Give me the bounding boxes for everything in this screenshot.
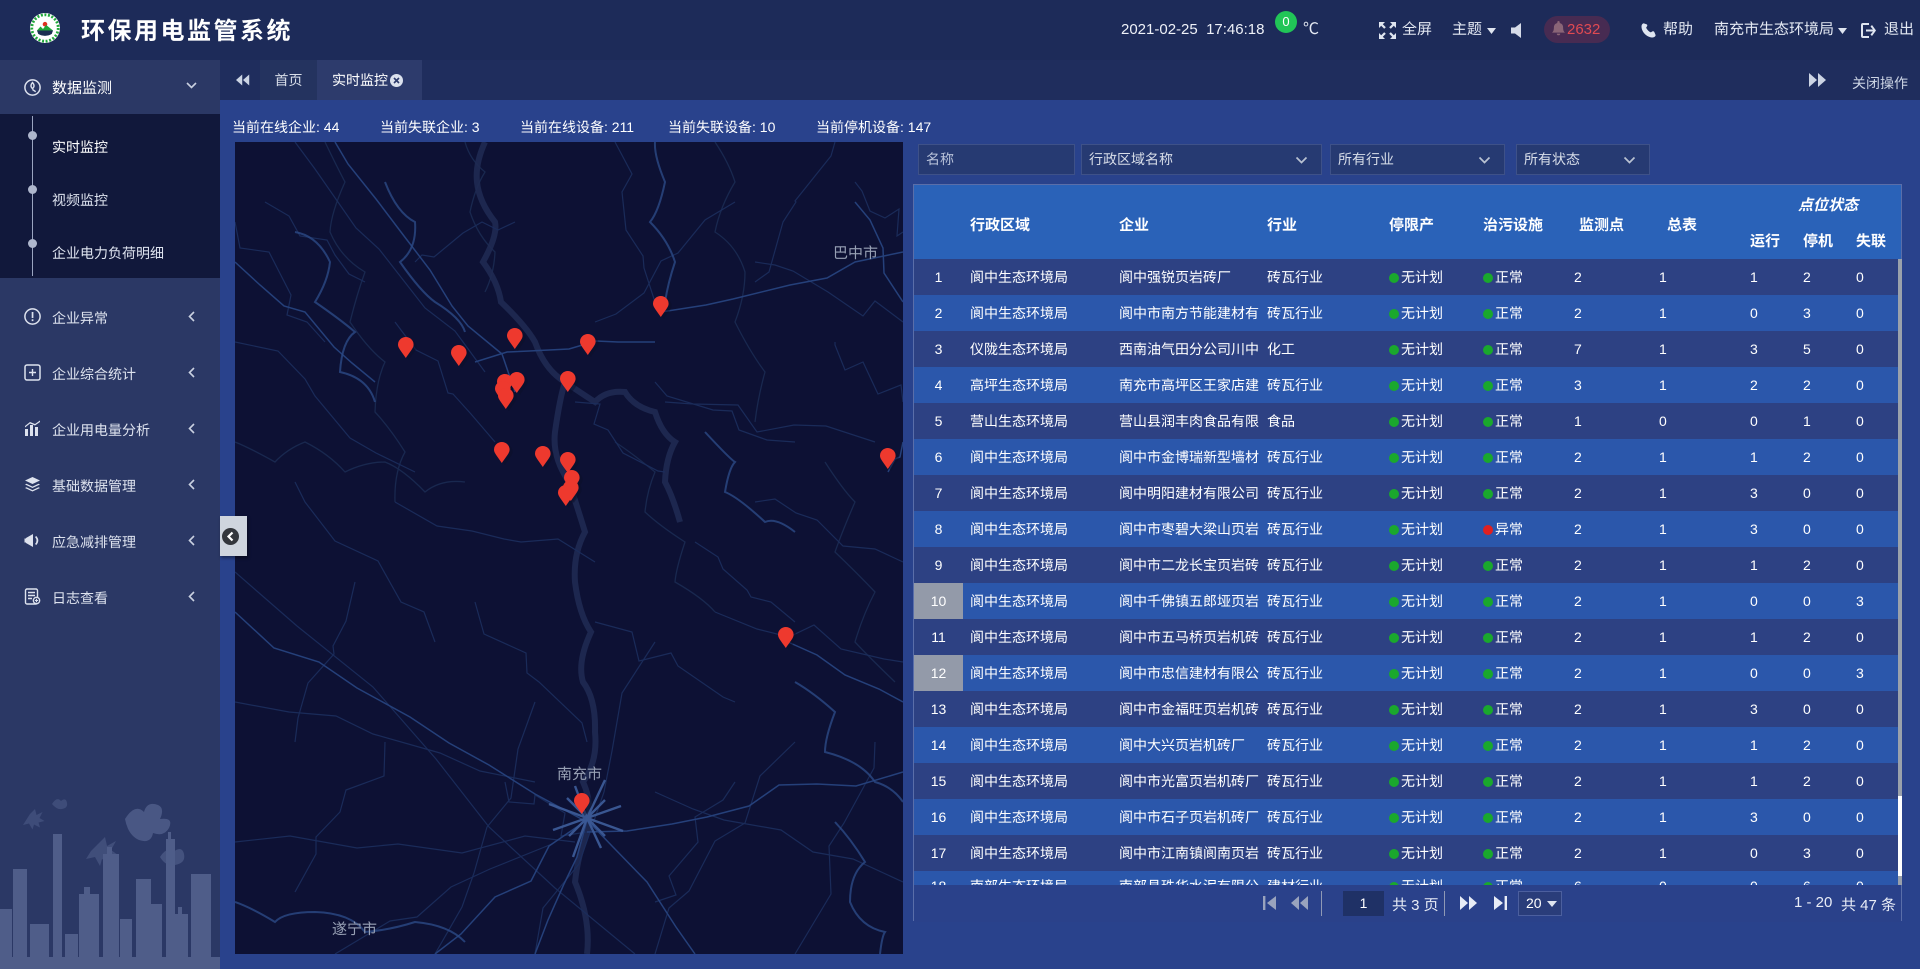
svg-text:巴中市: 巴中市 (833, 245, 878, 262)
svg-text:遂宁市: 遂宁市 (332, 921, 377, 938)
svg-text:南充市: 南充市 (557, 766, 602, 783)
